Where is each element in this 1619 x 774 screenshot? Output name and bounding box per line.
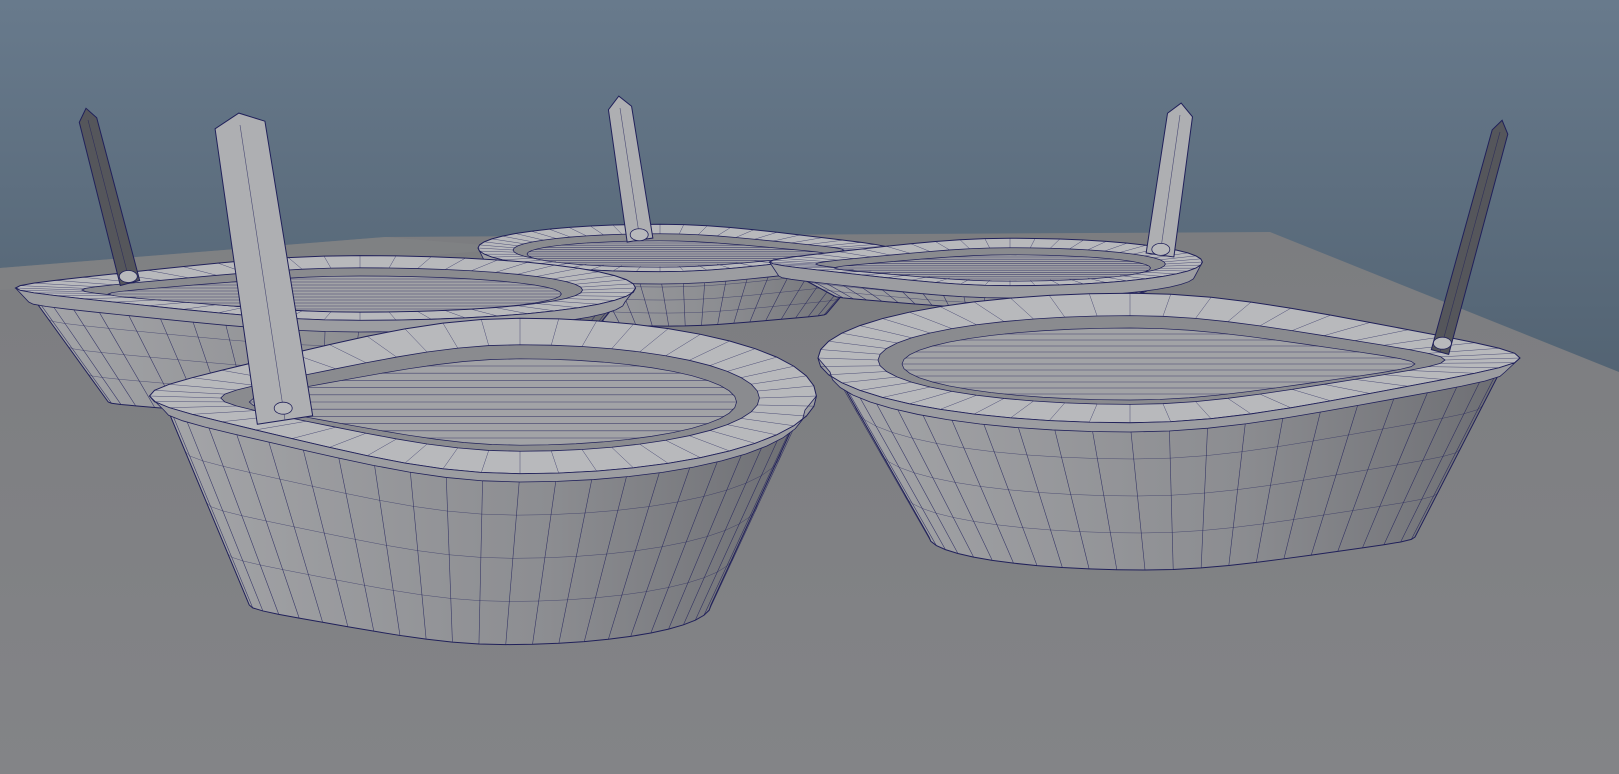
- boat-front-left-oarlock: [273, 401, 293, 415]
- 3d-viewport[interactable]: [0, 0, 1619, 774]
- boat-back-left-oarlock: [118, 270, 138, 283]
- boat-front-right-oarlock: [1433, 336, 1452, 350]
- boat-back-right-oarlock: [1151, 242, 1171, 256]
- viewport-scene[interactable]: [0, 0, 1619, 774]
- boat-back-center-oarlock: [629, 228, 649, 242]
